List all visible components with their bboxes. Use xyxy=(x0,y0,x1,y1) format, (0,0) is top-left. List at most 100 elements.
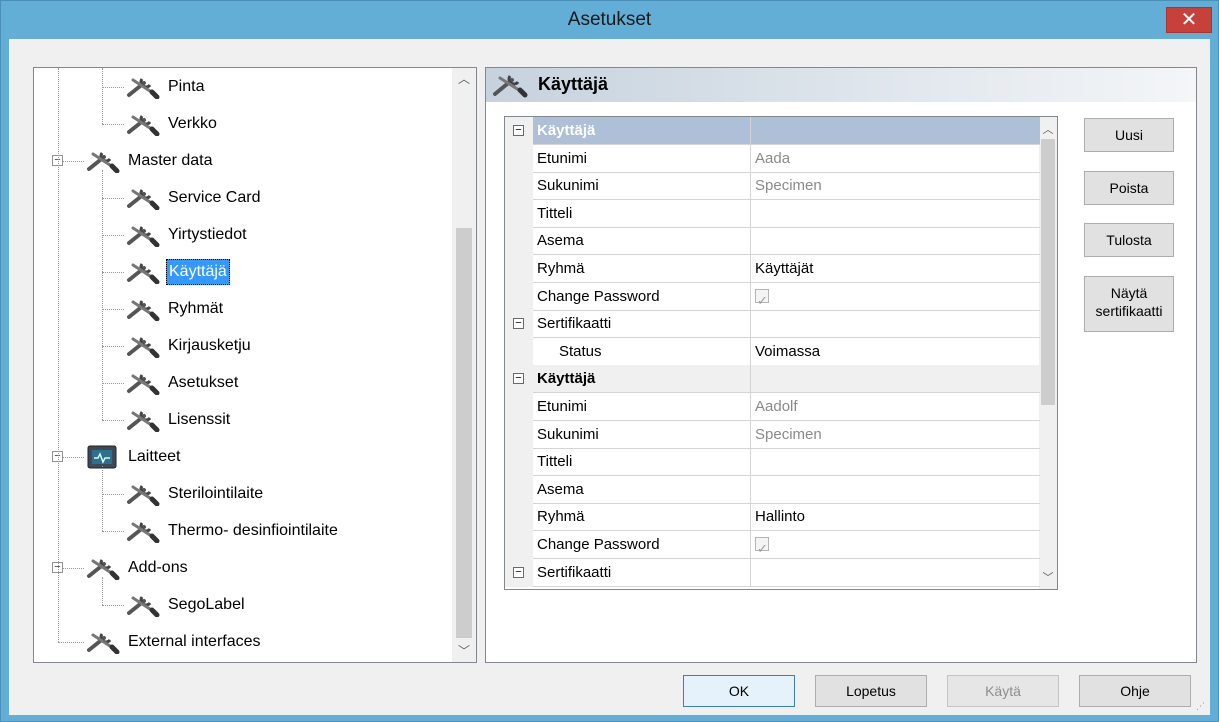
close-button[interactable]: ✕ xyxy=(1166,7,1212,33)
property-name: Titteli xyxy=(533,199,751,228)
tools-icon xyxy=(126,112,160,137)
tools-icon xyxy=(86,630,120,655)
grid-scrollbar[interactable]: ︿ ﹀ xyxy=(1039,117,1057,589)
grid-property-row[interactable]: Asema xyxy=(505,227,1040,256)
property-value[interactable] xyxy=(751,448,1040,477)
property-value[interactable] xyxy=(751,559,1040,587)
grid-subcategory-row[interactable]: − Sertifikaatti xyxy=(505,558,1040,587)
grid-property-row[interactable]: Titteli xyxy=(505,199,1040,228)
settings-tree[interactable]: Pinta Verkko Master data − Service Card Yirty… xyxy=(33,67,477,663)
property-value[interactable]: Käyttäjät xyxy=(751,255,1040,283)
grid-property-row[interactable]: Ryhmä Käyttäjät xyxy=(505,255,1040,283)
tree-connector xyxy=(102,383,124,384)
tools-icon xyxy=(126,334,160,359)
delete-button[interactable]: Poista xyxy=(1084,171,1174,205)
grid-property-row[interactable]: Status Voimassa xyxy=(505,337,1040,366)
row-gutter xyxy=(505,144,533,173)
grid-property-row[interactable]: Sukunimi Specimen xyxy=(505,420,1040,449)
grid-property-row[interactable]: Asema xyxy=(505,475,1040,504)
property-grid[interactable]: ︿ ﹀ − Käyttäjä Etunimi Aada Sukunimi Specimen… xyxy=(504,116,1058,590)
tree-connector xyxy=(102,235,124,236)
tools-icon xyxy=(86,149,120,174)
apply-button[interactable]: Käytä xyxy=(947,675,1059,707)
row-gutter xyxy=(505,531,533,559)
property-value[interactable] xyxy=(751,200,1040,228)
tree-item-label: SegoLabel xyxy=(168,596,245,613)
tree-item-label: Verkko xyxy=(168,115,217,132)
collapse-icon[interactable]: − xyxy=(513,318,524,330)
checkbox[interactable] xyxy=(755,535,769,562)
property-value[interactable]: Specimen xyxy=(751,172,1040,201)
property-name: Sertifikaatti xyxy=(533,310,751,339)
resize-grip[interactable]: ⋰ xyxy=(1196,701,1208,713)
ok-button[interactable]: OK xyxy=(683,675,795,707)
tree-guide-line xyxy=(102,170,103,420)
collapse-icon[interactable]: − xyxy=(513,125,524,136)
new-button[interactable]: Uusi xyxy=(1084,118,1174,152)
property-name: Sukunimi xyxy=(533,172,751,201)
grid-property-row[interactable]: Titteli xyxy=(505,448,1040,477)
title-bar: Asetukset ✕ xyxy=(1,1,1218,37)
cancel-button[interactable]: Lopetus xyxy=(815,675,927,707)
property-checkbox-cell[interactable] xyxy=(751,531,1040,562)
tree-connector xyxy=(102,346,124,347)
chevron-up-icon[interactable]: ︿ xyxy=(452,68,476,90)
show-certificate-button[interactable]: Näytä sertifikaatti xyxy=(1084,276,1174,332)
property-value[interactable]: Voimassa xyxy=(751,338,1040,366)
grid-category-row[interactable]: − Käyttäjä xyxy=(505,365,1040,394)
property-name: Etunimi xyxy=(533,144,751,173)
property-value[interactable] xyxy=(751,227,1040,256)
property-name: Käyttäjä xyxy=(533,117,751,145)
tree-connector xyxy=(102,494,124,495)
help-button[interactable]: Ohje xyxy=(1079,675,1191,707)
property-name: Sukunimi xyxy=(533,420,751,449)
detail-panel: Käyttäjä ︿ ﹀ − Käyttäjä Etunimi Aada Sukunim… xyxy=(485,67,1197,663)
grid-property-row[interactable]: Ryhmä Hallinto xyxy=(505,503,1040,532)
property-value[interactable]: Aada xyxy=(751,145,1040,173)
grid-subcategory-row[interactable]: − Sertifikaatti xyxy=(505,310,1040,339)
window-title: Asetukset xyxy=(567,9,652,30)
property-value[interactable]: Aadolf xyxy=(751,393,1040,421)
row-gutter xyxy=(505,503,533,532)
row-gutter xyxy=(505,199,533,228)
property-value[interactable] xyxy=(751,310,1040,339)
chevron-down-icon[interactable]: ﹀ xyxy=(452,640,476,662)
tools-icon xyxy=(126,593,160,618)
chevron-up-icon[interactable]: ︿ xyxy=(1039,121,1057,137)
grid-property-row[interactable]: Etunimi Aadolf xyxy=(505,393,1040,421)
tools-icon xyxy=(126,519,160,544)
grid-property-row[interactable]: Etunimi Aada xyxy=(505,144,1040,173)
tree-connector xyxy=(102,87,124,88)
tools-icon xyxy=(86,556,120,581)
checkbox[interactable] xyxy=(755,287,769,314)
grid-property-row[interactable]: Change Password xyxy=(505,531,1040,562)
property-name: Käyttäjä xyxy=(533,365,751,394)
grid-category-row[interactable]: − Käyttäjä xyxy=(505,117,1040,145)
property-checkbox-cell[interactable] xyxy=(751,283,1040,314)
tree-connector xyxy=(102,124,124,125)
collapse-icon[interactable]: − xyxy=(513,373,524,385)
row-gutter xyxy=(505,448,533,477)
property-name: Asema xyxy=(533,227,751,256)
grid-property-row[interactable]: Sukunimi Specimen xyxy=(505,172,1040,201)
print-button[interactable]: Tulosta xyxy=(1084,223,1174,257)
tree-guide-line xyxy=(102,577,103,605)
tree-scroll-thumb[interactable] xyxy=(456,228,472,638)
grid-scroll-thumb[interactable] xyxy=(1041,139,1055,405)
tree-connector xyxy=(102,420,124,421)
tree-item-label: Sterilointilaite xyxy=(168,485,264,502)
property-value[interactable]: Specimen xyxy=(751,421,1040,449)
tree-item-label: Laitteet xyxy=(128,448,181,465)
tree-scrollbar[interactable]: ︿ ﹀ xyxy=(452,68,476,662)
collapse-icon[interactable]: − xyxy=(513,566,524,578)
tree-item-label: Add-ons xyxy=(128,559,188,576)
row-gutter xyxy=(505,227,533,256)
tree-guide-line xyxy=(102,466,103,531)
property-value[interactable]: Hallinto xyxy=(751,503,1040,532)
property-value[interactable] xyxy=(751,117,1040,145)
chevron-down-icon[interactable]: ﹀ xyxy=(1039,569,1057,585)
property-value[interactable] xyxy=(751,476,1040,504)
property-value[interactable] xyxy=(751,365,1040,394)
row-gutter xyxy=(505,172,533,201)
grid-property-row[interactable]: Change Password xyxy=(505,282,1040,314)
